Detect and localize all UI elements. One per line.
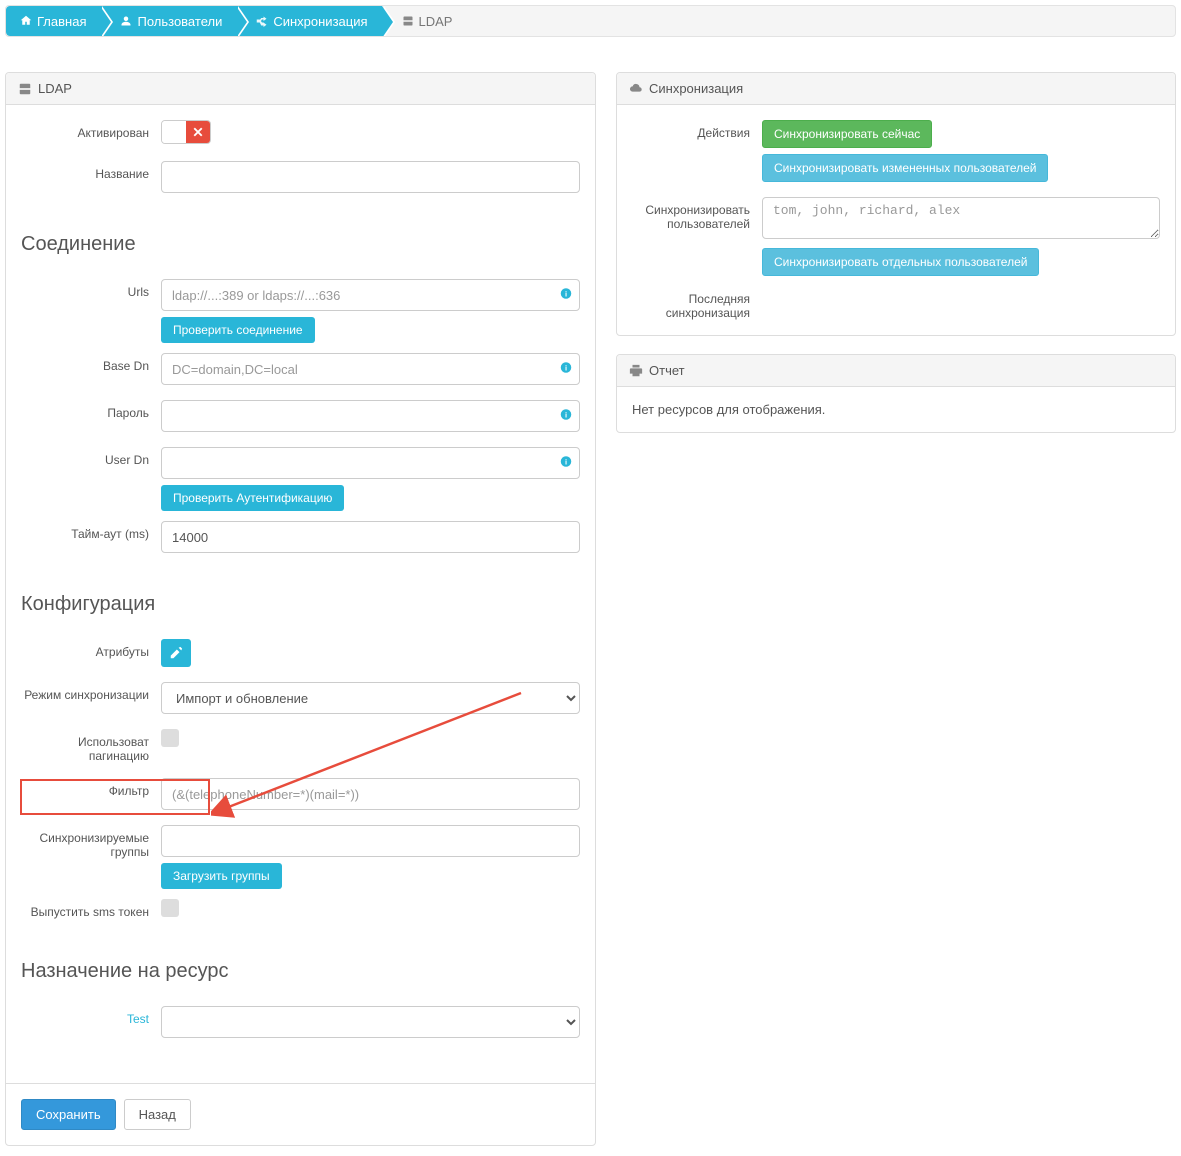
- connection-heading: Соединение: [6, 233, 595, 256]
- crumb-home-label: Главная: [37, 14, 86, 29]
- save-button[interactable]: Сохранить: [21, 1099, 116, 1130]
- filter-label: Фильтр: [21, 778, 161, 798]
- check-connection-button[interactable]: Проверить соединение: [161, 317, 315, 343]
- back-button[interactable]: Назад: [124, 1099, 191, 1130]
- name-input[interactable]: [161, 161, 580, 193]
- cloud-icon: [629, 82, 643, 96]
- edit-icon: [169, 646, 183, 660]
- timeout-label: Тайм-аут (ms): [21, 521, 161, 541]
- resource-test-label[interactable]: Test: [21, 1006, 161, 1026]
- sync-panel: Синхронизация Действия Синхронизировать …: [616, 72, 1176, 336]
- report-panel: Отчет Нет ресурсов для отображения.: [616, 354, 1176, 433]
- crumb-home[interactable]: Главная: [6, 6, 100, 36]
- info-icon[interactable]: i: [560, 288, 572, 303]
- resource-test-select[interactable]: [161, 1006, 580, 1038]
- sync-panel-title: Синхронизация: [649, 81, 743, 96]
- base-dn-input[interactable]: [161, 353, 580, 385]
- disk-icon: [18, 82, 32, 96]
- pagination-checkbox[interactable]: [161, 729, 179, 747]
- info-icon[interactable]: i: [560, 456, 572, 471]
- report-panel-title: Отчет: [649, 363, 685, 378]
- issue-sms-label: Выпустить sms токен: [21, 899, 161, 919]
- svg-text:i: i: [565, 290, 567, 299]
- sync-mode-select[interactable]: Импорт и обновление: [161, 682, 580, 714]
- user-dn-label: User Dn: [21, 447, 161, 467]
- form-footer: Сохранить Назад: [6, 1083, 595, 1145]
- crumb-ldap-label: LDAP: [419, 14, 453, 29]
- password-label: Пароль: [21, 400, 161, 420]
- crumb-users[interactable]: Пользователи: [100, 6, 236, 36]
- no-resources-text: Нет ресурсов для отображения.: [632, 402, 825, 417]
- activated-label: Активирован: [21, 120, 161, 140]
- svg-text:i: i: [565, 411, 567, 420]
- user-dn-input[interactable]: [161, 447, 580, 479]
- issue-sms-checkbox[interactable]: [161, 899, 179, 917]
- sync-now-button[interactable]: Синхронизировать сейчас: [762, 120, 932, 148]
- filter-input[interactable]: [161, 778, 580, 810]
- sync-users-label: Синхронизировать пользователей: [632, 197, 762, 231]
- urls-input[interactable]: [161, 279, 580, 311]
- activated-toggle[interactable]: [161, 120, 211, 144]
- name-label: Название: [21, 161, 161, 181]
- info-icon[interactable]: i: [560, 409, 572, 424]
- sync-users-textarea[interactable]: [762, 197, 1160, 239]
- sync-groups-label: Синхронизируемые группы: [21, 825, 161, 859]
- sync-mode-label: Режим синхронизации: [21, 682, 161, 702]
- check-auth-button[interactable]: Проверить Аутентификацию: [161, 485, 344, 511]
- crumb-sync-label: Синхронизация: [273, 14, 367, 29]
- svg-text:i: i: [565, 458, 567, 467]
- ldap-panel-title: LDAP: [38, 81, 72, 96]
- breadcrumb: Главная Пользователи Синхронизация LDAP: [5, 5, 1176, 37]
- urls-label: Urls: [21, 279, 161, 299]
- crumb-sync[interactable]: Синхронизация: [236, 6, 381, 36]
- shuffle-icon: [256, 15, 268, 27]
- print-icon: [629, 364, 643, 378]
- info-icon[interactable]: i: [560, 362, 572, 377]
- svg-text:i: i: [565, 364, 567, 373]
- sync-changed-button[interactable]: Синхронизировать измененных пользователе…: [762, 154, 1048, 182]
- actions-label: Действия: [632, 120, 762, 140]
- resource-heading: Назначение на ресурс: [6, 960, 595, 983]
- attributes-label: Атрибуты: [21, 639, 161, 659]
- sync-selected-button[interactable]: Синхронизировать отдельных пользователей: [762, 248, 1039, 276]
- ldap-panel: LDAP Активирован Название: [5, 72, 596, 1146]
- home-icon: [20, 15, 32, 27]
- sync-groups-input[interactable]: [161, 825, 580, 857]
- last-sync-label: Последняя синхронизация: [632, 286, 762, 320]
- timeout-input[interactable]: [161, 521, 580, 553]
- close-icon: [186, 121, 210, 143]
- crumb-users-label: Пользователи: [137, 14, 222, 29]
- load-groups-button[interactable]: Загрузить группы: [161, 863, 282, 889]
- config-heading: Конфигурация: [6, 593, 595, 616]
- disk-icon: [402, 15, 414, 27]
- user-icon: [120, 15, 132, 27]
- edit-attributes-button[interactable]: [161, 639, 191, 667]
- password-input[interactable]: [161, 400, 580, 432]
- base-dn-label: Base Dn: [21, 353, 161, 373]
- pagination-label: Использоват пагинацию: [21, 729, 161, 763]
